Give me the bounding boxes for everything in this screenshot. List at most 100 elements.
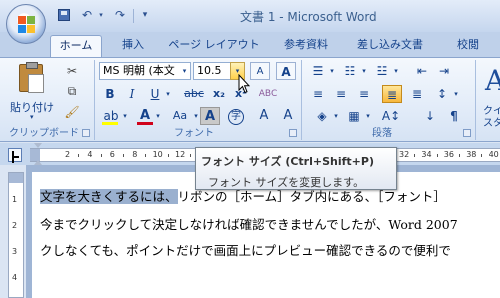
- change-case-dropdown-icon[interactable]: ▾: [192, 107, 200, 125]
- show-marks-button[interactable]: ¶: [444, 107, 464, 125]
- undo-dropdown-icon[interactable]: ▾: [96, 7, 106, 23]
- save-icon: [58, 9, 70, 21]
- document-page[interactable]: 文字を大きくするには、リボンの［ホーム］タブ内にある、［フォント］ 今までクリッ…: [32, 172, 500, 298]
- paste-icon: [19, 62, 44, 93]
- quick-styles-button[interactable]: A クイ スター: [479, 64, 500, 129]
- borders-dropdown-icon[interactable]: ▾: [364, 107, 372, 125]
- align-left-button[interactable]: ≡: [308, 85, 328, 103]
- customize-qat-button[interactable]: ▾: [139, 7, 151, 23]
- bold-button[interactable]: B: [102, 85, 118, 103]
- bullets-dropdown-icon[interactable]: ▾: [328, 62, 336, 80]
- ruler-tick: [167, 154, 169, 157]
- underline-dropdown-icon[interactable]: ▾: [164, 85, 172, 103]
- distributed-button[interactable]: ≣: [407, 85, 427, 103]
- save-button[interactable]: [55, 7, 73, 23]
- font-launcher-icon[interactable]: [289, 129, 297, 137]
- tab-references[interactable]: 参考資料: [276, 35, 336, 57]
- decrease-indent-button[interactable]: ⇤: [412, 62, 432, 80]
- numbering-dropdown-icon[interactable]: ▾: [360, 62, 368, 80]
- office-logo-icon: [18, 16, 36, 34]
- group-separator: [94, 60, 95, 140]
- vertical-ruler-number: 2: [12, 221, 18, 230]
- line-spacing-dropdown-icon[interactable]: ▾: [452, 85, 460, 103]
- line-spacing-button[interactable]: ↕: [432, 85, 452, 103]
- highlight-dropdown-icon[interactable]: ▾: [121, 107, 129, 125]
- tooltip-title: フォント サイズ (Ctrl+Shift+P): [201, 155, 374, 168]
- character-border-button[interactable]: A: [278, 107, 298, 125]
- phonetic-guide-button[interactable]: A: [254, 107, 274, 125]
- group-label-font: フォント: [174, 128, 214, 139]
- font-color-dropdown-icon[interactable]: ▾: [154, 107, 162, 125]
- document-line: 今までクリックして決定しなければ確認できませんでしたが、Word 2007: [40, 217, 458, 232]
- asian-layout-button[interactable]: A↕: [378, 107, 404, 125]
- cut-button[interactable]: ✂: [64, 63, 80, 79]
- group-separator: [475, 60, 476, 140]
- ruler-tick: [459, 154, 460, 157]
- tab-insert[interactable]: 挿入: [112, 35, 154, 57]
- tab-selector-button[interactable]: [8, 148, 22, 162]
- align-center-button[interactable]: ≡: [331, 85, 351, 103]
- tab-review[interactable]: 校閲: [447, 35, 489, 57]
- quick-styles-label-2: スター: [483, 118, 500, 129]
- ruler-tick: [436, 154, 438, 157]
- change-case-button[interactable]: Aa: [168, 107, 192, 125]
- subscript-button[interactable]: x₂: [210, 85, 228, 103]
- window-title: 文書 1 - Microsoft Word: [240, 10, 377, 24]
- title-bar: ↶ ▾ ↷ ▾ 文書 1 - Microsoft Word: [0, 0, 500, 32]
- clear-formatting-button[interactable]: ABC: [258, 85, 278, 103]
- vertical-ruler[interactable]: 1 2 3 4: [8, 172, 24, 298]
- justify-button[interactable]: ≣: [382, 85, 402, 103]
- group-separator: [301, 60, 302, 140]
- borders-button[interactable]: ▦: [344, 107, 364, 125]
- ruler-tick: [78, 154, 80, 157]
- char-format-button[interactable]: A: [276, 62, 296, 80]
- ruler-tick: [100, 154, 102, 157]
- enclose-characters-button[interactable]: 字: [226, 107, 246, 125]
- italic-button[interactable]: I: [124, 85, 140, 103]
- office-button[interactable]: [6, 4, 46, 44]
- paste-button[interactable]: 貼り付け ▾: [8, 61, 58, 123]
- font-name-dropdown-icon[interactable]: ▾: [179, 63, 190, 79]
- paragraph-launcher-icon[interactable]: [463, 129, 471, 137]
- ruler-number: 34: [421, 150, 432, 159]
- shading-dropdown-icon[interactable]: ▾: [332, 107, 340, 125]
- character-shading-button[interactable]: A: [200, 107, 220, 125]
- ruler-number: 2: [65, 150, 71, 159]
- ribbon: 貼り付け ▾ ✂ ⧉ 🖌 クリップボード MS 明朝 (本文 ▾ 10.5 ▾ …: [0, 57, 500, 142]
- paragraph-shading-button[interactable]: ◈: [312, 107, 332, 125]
- copy-button[interactable]: ⧉: [64, 83, 80, 99]
- increase-indent-button[interactable]: ⇥: [434, 62, 454, 80]
- ruler-number: 12: [175, 150, 186, 159]
- tab-page-layout[interactable]: ページ レイアウト: [167, 35, 261, 57]
- undo-button[interactable]: ↶: [78, 7, 96, 23]
- sort-button[interactable]: ↓: [420, 107, 440, 125]
- strikethrough-button[interactable]: abc: [182, 85, 206, 103]
- ruler-tick: [481, 154, 483, 157]
- ruler-number: 10: [152, 150, 163, 159]
- ruler-tick: [414, 154, 416, 157]
- ruler-number: 8: [132, 150, 138, 159]
- group-label-clipboard: クリップボード: [9, 128, 79, 139]
- format-painter-button[interactable]: 🖌: [64, 104, 80, 120]
- selected-text[interactable]: 文字を大きくするには、: [40, 189, 178, 204]
- underline-button[interactable]: U: [146, 85, 164, 103]
- tab-mailings[interactable]: 差し込み文書: [350, 35, 430, 57]
- qat-separator: [133, 9, 134, 23]
- ruler-number: 4: [87, 150, 93, 159]
- font-name-combobox[interactable]: MS 明朝 (本文: [99, 62, 191, 80]
- align-right-button[interactable]: ≡: [354, 85, 374, 103]
- ruler-number: 40: [488, 150, 499, 159]
- numbering-button[interactable]: ☷: [340, 62, 360, 80]
- ruler-number: 32: [399, 150, 410, 159]
- multilevel-list-button[interactable]: ☳: [372, 62, 392, 80]
- tooltip-description: フォント サイズを変更します。: [208, 176, 365, 189]
- tab-home[interactable]: ホーム: [50, 35, 102, 57]
- multilevel-dropdown-icon[interactable]: ▾: [392, 62, 400, 80]
- paste-dropdown-icon[interactable]: ▾: [30, 113, 34, 121]
- redo-button[interactable]: ↷: [111, 7, 129, 23]
- grow-font-button[interactable]: A: [250, 62, 270, 80]
- first-line-indent-handle[interactable]: [34, 143, 42, 148]
- clipboard-launcher-icon[interactable]: [82, 129, 90, 137]
- ruler-tick: [145, 154, 147, 157]
- bullets-button[interactable]: ☰: [308, 62, 328, 80]
